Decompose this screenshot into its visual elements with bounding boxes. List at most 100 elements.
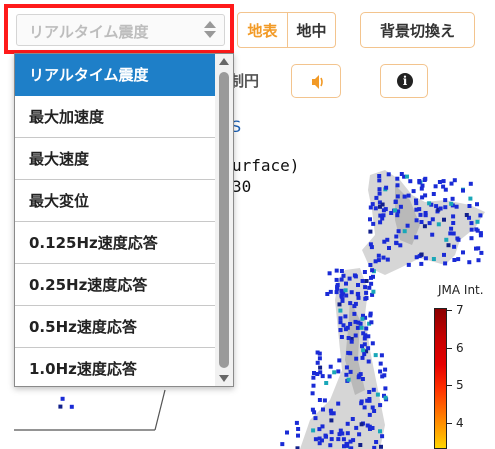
- station-marker: [371, 221, 376, 226]
- station-marker: [443, 198, 448, 203]
- station-marker: [360, 377, 365, 381]
- station-marker: [455, 236, 460, 241]
- station-marker: [380, 202, 385, 207]
- station-marker: [346, 336, 351, 340]
- station-marker: [343, 288, 348, 293]
- station-marker: [380, 374, 385, 379]
- station-marker: [345, 325, 350, 330]
- scroll-up-arrow-icon[interactable]: [219, 58, 229, 65]
- station-marker: [430, 232, 435, 237]
- station-marker: [414, 207, 419, 212]
- station-marker: [448, 231, 453, 236]
- sound-button[interactable]: [291, 64, 341, 98]
- station-marker: [310, 407, 315, 412]
- legend-label-4: 4: [456, 416, 464, 430]
- legend-title: JMA Int.: [438, 283, 484, 297]
- station-marker: [325, 292, 330, 296]
- dropdown-option-05hz-response[interactable]: 0.5Hz速度応答: [15, 306, 215, 348]
- station-marker: [379, 444, 383, 449]
- station-marker: [364, 326, 369, 331]
- station-marker: [443, 187, 448, 192]
- station-marker: [339, 277, 344, 282]
- station-marker: [377, 174, 382, 178]
- station-marker: [58, 404, 63, 409]
- station-marker: [343, 314, 348, 319]
- station-marker: [427, 201, 432, 206]
- station-marker: [379, 353, 384, 358]
- station-marker: [285, 430, 289, 435]
- station-marker: [320, 374, 325, 379]
- station-marker: [315, 360, 320, 365]
- toggle-surface-button[interactable]: 地表: [237, 12, 288, 48]
- station-marker: [349, 290, 354, 295]
- station-marker: [468, 181, 473, 186]
- station-marker: [344, 281, 348, 286]
- legend-tick: [447, 385, 452, 386]
- station-marker: [467, 204, 472, 208]
- dropdown-option-025hz-response[interactable]: 0.25Hz速度応答: [15, 264, 215, 306]
- intensity-legend: JMA Int. 7 6 5 4: [430, 280, 495, 449]
- station-marker: [378, 220, 383, 225]
- background-switch-button[interactable]: 背景切換え: [360, 12, 475, 48]
- station-marker: [338, 316, 343, 321]
- station-marker: [366, 359, 371, 364]
- station-marker: [334, 277, 339, 282]
- station-marker: [368, 313, 373, 318]
- station-marker: [478, 213, 483, 218]
- station-marker: [352, 273, 357, 278]
- station-marker: [317, 398, 322, 402]
- station-marker: [60, 396, 65, 401]
- info-button[interactable]: i: [380, 64, 428, 98]
- station-marker: [381, 255, 386, 260]
- station-marker: [348, 369, 353, 374]
- station-marker: [431, 192, 436, 196]
- dropdown-option-0125hz-response[interactable]: 0.125Hz速度応答: [15, 222, 215, 264]
- station-marker: [449, 201, 454, 206]
- dropdown-scrollbar[interactable]: [215, 54, 233, 386]
- scroll-thumb[interactable]: [219, 72, 229, 368]
- station-marker: [419, 252, 424, 257]
- station-marker: [324, 434, 328, 439]
- map-inset-frame: [14, 389, 166, 431]
- data-type-dropdown-list[interactable]: リアルタイム震度 最大加速度 最大速度 最大変位 0.125Hz速度応答 0.2…: [14, 53, 234, 387]
- station-marker: [296, 433, 300, 438]
- station-marker: [436, 222, 441, 227]
- dropdown-option-10hz-response[interactable]: 1.0Hz速度応答: [15, 348, 215, 386]
- toggle-underground-button[interactable]: 地中: [287, 12, 336, 48]
- station-marker: [377, 187, 382, 192]
- station-marker: [443, 205, 448, 210]
- station-marker: [336, 437, 341, 442]
- station-marker: [414, 201, 419, 206]
- station-marker: [352, 311, 357, 316]
- station-marker: [328, 443, 333, 448]
- station-marker: [376, 253, 381, 258]
- station-marker: [324, 381, 329, 385]
- station-marker: [371, 387, 376, 392]
- dropdown-option-realtime-intensity[interactable]: リアルタイム震度: [15, 54, 215, 96]
- dropdown-option-max-displacement[interactable]: 最大変位: [15, 180, 215, 222]
- scroll-down-arrow-icon[interactable]: [219, 375, 229, 382]
- station-marker: [382, 239, 387, 244]
- station-marker: [373, 206, 378, 211]
- station-marker: [450, 196, 455, 201]
- station-marker: [456, 257, 461, 262]
- station-marker: [322, 398, 327, 403]
- station-marker: [360, 344, 364, 349]
- station-marker: [345, 421, 350, 426]
- station-marker: [427, 221, 432, 226]
- dropdown-option-max-acceleration[interactable]: 最大加速度: [15, 96, 215, 138]
- station-marker: [328, 408, 333, 413]
- station-marker: [451, 214, 456, 219]
- station-marker: [371, 289, 376, 294]
- station-marker: [378, 403, 383, 408]
- station-marker: [438, 206, 443, 211]
- station-marker: [340, 298, 345, 303]
- dropdown-option-max-velocity[interactable]: 最大速度: [15, 138, 215, 180]
- info-icon: i: [397, 73, 413, 89]
- data-type-select[interactable]: リアルタイム震度: [16, 14, 225, 46]
- station-marker: [336, 369, 341, 374]
- station-marker: [362, 352, 367, 357]
- station-marker: [341, 437, 346, 442]
- station-marker: [370, 405, 375, 410]
- station-marker: [329, 437, 334, 442]
